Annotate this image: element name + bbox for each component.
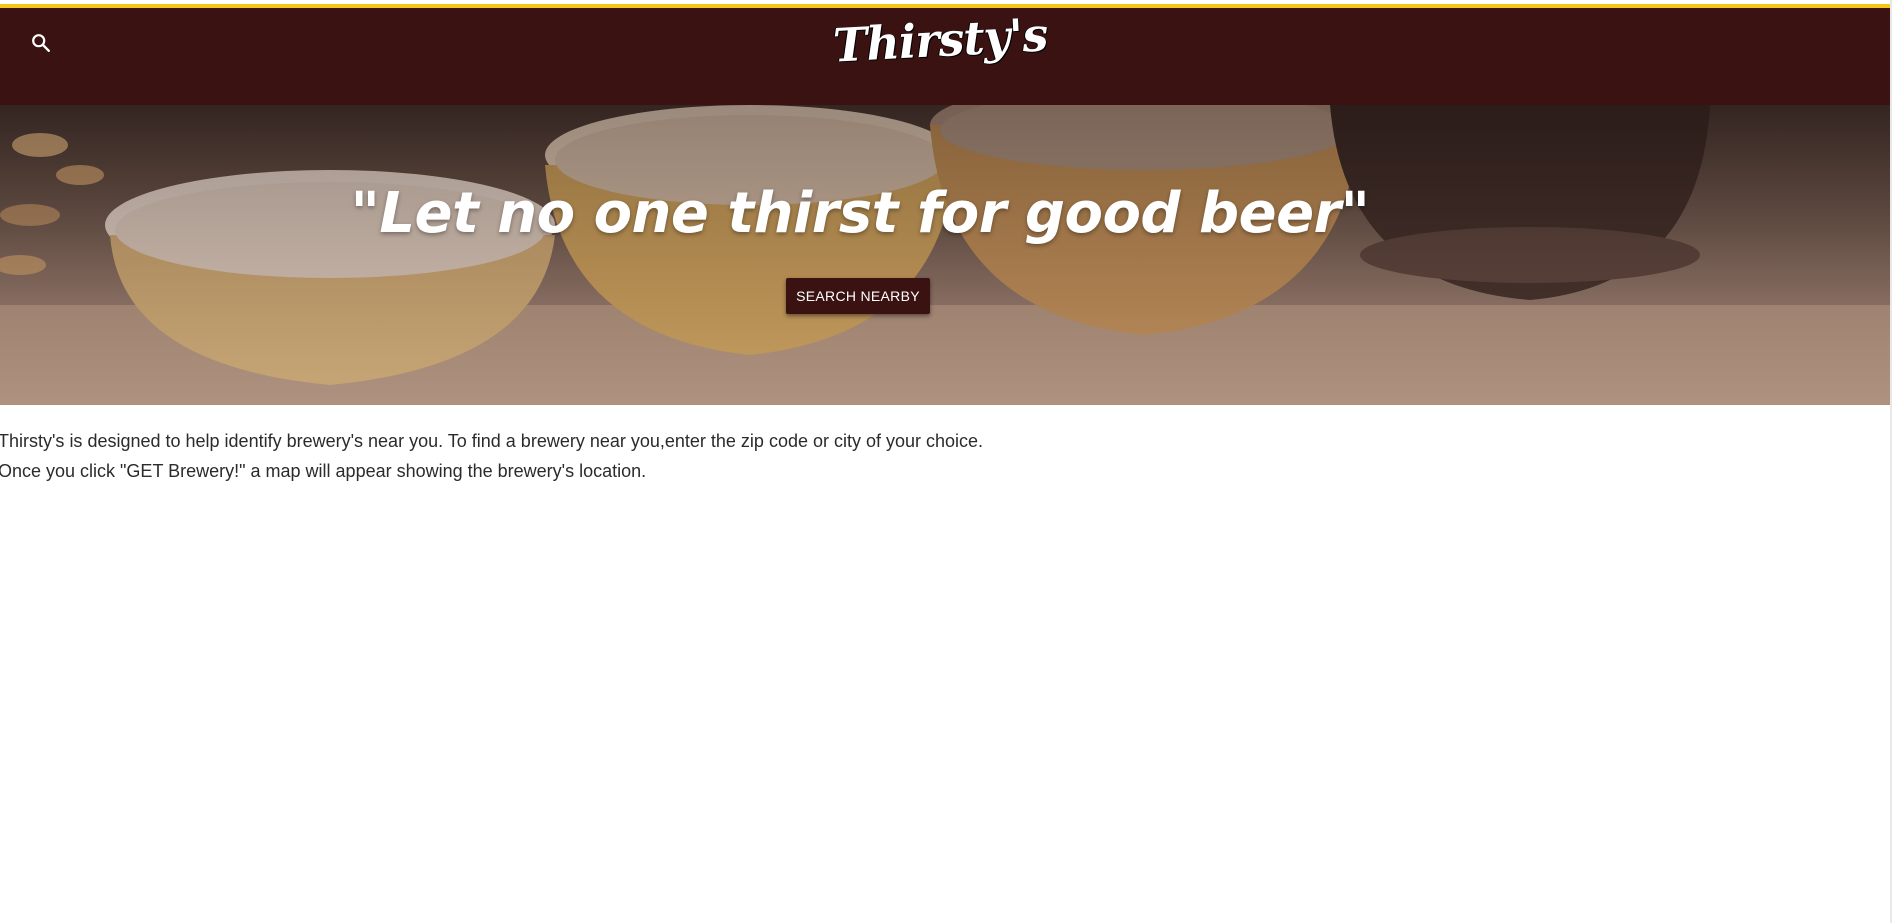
site-header: Thirsty's [0, 7, 1890, 105]
intro-description: Thirsty's is designed to help identify b… [0, 426, 1300, 486]
search-nearby-button[interactable]: SEARCH NEARBY [786, 278, 930, 314]
site-logo[interactable]: Thirsty's [832, 7, 1049, 72]
description-line-2: Once you click "GET Brewery!" a map will… [0, 461, 647, 481]
logo-wordmark: Thirsty's [831, 7, 1049, 73]
description-line-1: Thirsty's is designed to help identify b… [0, 431, 984, 451]
search-button[interactable] [26, 28, 56, 58]
search-icon [32, 34, 50, 52]
hero-banner: "Let no one thirst for good beer" SEARCH… [0, 105, 1890, 405]
hero-tagline: "Let no one thirst for good beer" [350, 181, 1370, 246]
hero-overlay [0, 105, 1890, 405]
page: Thirsty's "Let no one thirst for good be… [0, 0, 1892, 923]
